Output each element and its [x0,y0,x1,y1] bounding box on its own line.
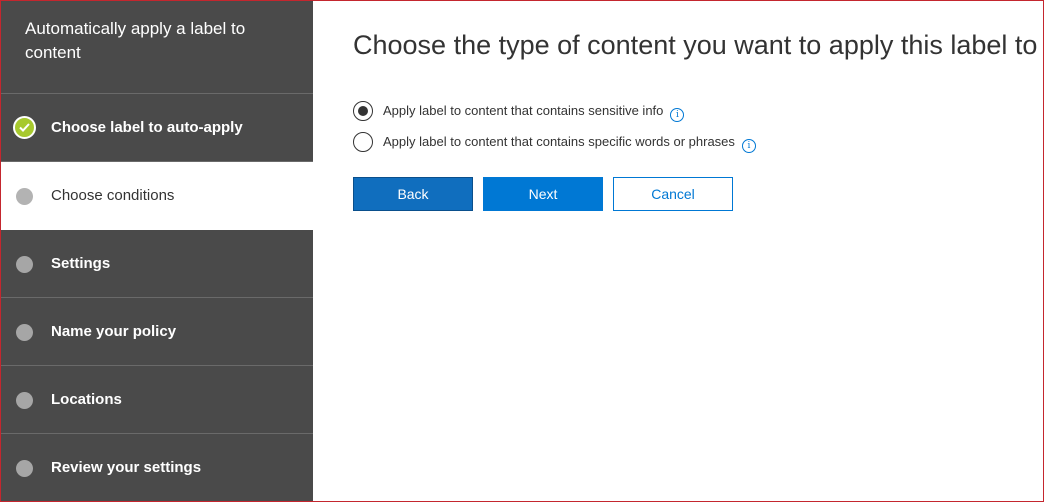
back-button[interactable]: Back [353,177,473,211]
page-title: Choose the type of content you want to a… [353,30,1038,60]
info-icon[interactable]: i [670,108,685,122]
step-dot-icon [16,255,33,273]
option-label: Apply label to content that contains sen… [383,103,664,118]
step-label: Review your settings [51,459,202,476]
step-choose-conditions[interactable]: Choose conditions [0,162,313,230]
step-choose-label[interactable]: Choose label to auto-apply [0,94,313,162]
step-review-settings[interactable]: Review your settings [0,434,313,502]
step-dot-icon [16,187,33,205]
step-label: Choose conditions [51,187,175,204]
step-settings[interactable]: Settings [0,230,313,298]
cancel-button[interactable]: Cancel [613,177,733,211]
wizard-title: Automatically apply a label to content [0,0,313,94]
option-specific-words[interactable]: Apply label to content that contains spe… [353,132,756,153]
radio-specific-words[interactable] [353,132,373,152]
next-button[interactable]: Next [483,177,603,211]
main-panel: Choose the type of content you want to a… [353,0,1044,502]
step-label: Name your policy [51,323,177,340]
completed-check-icon [13,115,36,139]
step-name-policy[interactable]: Name your policy [0,298,313,366]
wizard-sidebar: Automatically apply a label to content C… [0,0,313,502]
option-sensitive-info[interactable]: Apply label to content that contains sen… [353,101,685,122]
button-bar: Back Next Cancel [353,177,743,211]
step-locations[interactable]: Locations [0,366,313,434]
wizard-steps: Choose label to auto-apply Choose condit… [0,94,313,502]
info-icon[interactable]: i [741,139,756,153]
step-dot-icon [16,391,33,409]
option-label: Apply label to content that contains spe… [383,134,735,149]
step-dot-icon [16,459,33,477]
radio-sensitive-info[interactable] [353,101,373,121]
step-label: Settings [51,255,111,272]
step-label: Choose label to auto-apply [51,119,243,136]
step-dot-icon [16,323,33,341]
step-label: Locations [51,391,122,408]
